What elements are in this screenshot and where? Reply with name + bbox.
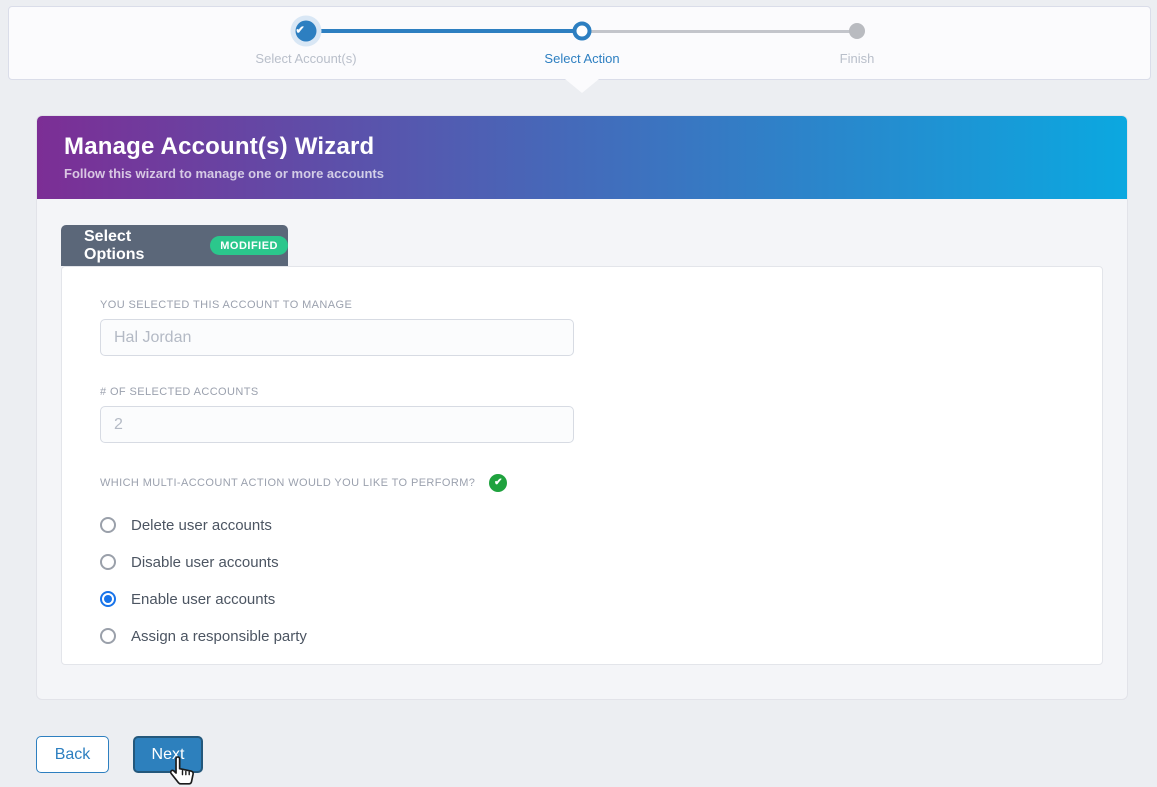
page-subtitle: Follow this wizard to manage one or more… bbox=[64, 166, 1127, 181]
step-label-select-action: Select Action bbox=[544, 51, 619, 66]
back-button[interactable]: Back bbox=[36, 736, 109, 773]
wizard-card: Manage Account(s) Wizard Follow this wiz… bbox=[36, 115, 1128, 700]
step-label-finish: Finish bbox=[840, 51, 875, 66]
wizard-stepper-bar: ✔ Select Account(s) Select Action Finish bbox=[8, 6, 1151, 80]
radio-option-label: Delete user accounts bbox=[131, 517, 272, 534]
check-icon: ✔ bbox=[296, 25, 305, 37]
action-question-row: WHICH MULTI-ACCOUNT ACTION WOULD YOU LIK… bbox=[100, 474, 1102, 492]
selected-account-input bbox=[100, 319, 574, 356]
radio-option-assign-responsible-party[interactable]: Assign a responsible party bbox=[100, 624, 1102, 648]
radio-option-label: Assign a responsible party bbox=[131, 628, 307, 645]
stepper-track-completed bbox=[306, 29, 582, 33]
radio-button-icon[interactable] bbox=[100, 554, 116, 570]
modified-badge: MODIFIED bbox=[210, 236, 288, 255]
step-active-circle-icon[interactable] bbox=[573, 22, 592, 41]
count-field-label: # OF SELECTED ACCOUNTS bbox=[100, 386, 1102, 398]
account-field-label: YOU SELECTED THIS ACCOUNT TO MANAGE bbox=[100, 299, 1102, 311]
radio-button-icon[interactable] bbox=[100, 628, 116, 644]
wizard-card-header: Manage Account(s) Wizard Follow this wiz… bbox=[37, 116, 1127, 199]
tab-select-options[interactable]: Select Options MODIFIED bbox=[61, 225, 288, 266]
radio-button-icon[interactable] bbox=[100, 591, 116, 607]
stepper-track-pending bbox=[582, 30, 857, 33]
radio-option-disable-accounts[interactable]: Disable user accounts bbox=[100, 550, 1102, 574]
valid-check-icon: ✔ bbox=[489, 474, 507, 492]
step-pending-circle-icon[interactable] bbox=[849, 23, 865, 39]
tab-label: Select Options bbox=[84, 228, 195, 264]
page-title: Manage Account(s) Wizard bbox=[64, 133, 1127, 161]
action-radio-group: Delete user accounts Disable user accoun… bbox=[100, 513, 1102, 648]
radio-option-label: Enable user accounts bbox=[131, 591, 275, 608]
radio-button-icon[interactable] bbox=[100, 517, 116, 533]
step-completed-check-icon[interactable]: ✔ bbox=[296, 21, 317, 42]
radio-option-label: Disable user accounts bbox=[131, 554, 279, 571]
selected-accounts-count-input bbox=[100, 406, 574, 443]
next-button[interactable]: Next bbox=[133, 736, 203, 773]
action-question-label: WHICH MULTI-ACCOUNT ACTION WOULD YOU LIK… bbox=[100, 477, 475, 489]
active-step-caret bbox=[565, 79, 599, 93]
radio-option-enable-accounts[interactable]: Enable user accounts bbox=[100, 587, 1102, 611]
radio-option-delete-accounts[interactable]: Delete user accounts bbox=[100, 513, 1102, 537]
select-options-panel: YOU SELECTED THIS ACCOUNT TO MANAGE # OF… bbox=[61, 266, 1103, 665]
step-label-select-accounts: Select Account(s) bbox=[255, 51, 356, 66]
